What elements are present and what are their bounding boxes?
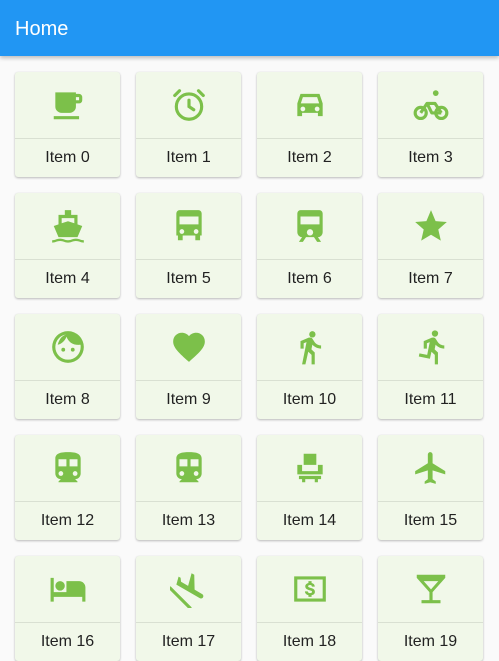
card-divider xyxy=(136,259,241,260)
heart-icon xyxy=(170,328,208,366)
grid-item-label: Item 17 xyxy=(161,633,216,650)
grid-item-3[interactable]: Item 3 xyxy=(378,72,483,177)
grid-item-label: Item 2 xyxy=(287,149,332,166)
bicycle-icon xyxy=(412,86,450,124)
tram-icon xyxy=(170,449,208,487)
card-divider xyxy=(15,501,120,502)
flight-icon xyxy=(170,570,208,608)
grid-item-label: Item 12 xyxy=(40,512,95,529)
grid-item-0[interactable]: Item 0 xyxy=(15,72,120,177)
card-divider xyxy=(15,259,120,260)
grid-item-label: Item 15 xyxy=(403,512,458,529)
grid-item-label: Item 14 xyxy=(282,512,337,529)
card-divider xyxy=(257,622,362,623)
grid-item-12[interactable]: Item 12 xyxy=(15,435,120,540)
running-person-icon xyxy=(412,328,450,366)
airplane-icon xyxy=(412,449,450,487)
grid-item-10[interactable]: Item 10 xyxy=(257,314,362,419)
card-divider xyxy=(15,622,120,623)
card-divider xyxy=(257,380,362,381)
grid-item-label: Item 19 xyxy=(403,633,458,650)
coffee-cup-icon xyxy=(49,86,87,124)
grid-item-8[interactable]: Item 8 xyxy=(15,314,120,419)
app-bar: Home xyxy=(0,0,499,56)
cocktail-glass-icon xyxy=(412,570,450,608)
money-icon xyxy=(291,570,329,608)
grid-item-label: Item 1 xyxy=(166,149,211,166)
page-title: Home xyxy=(15,18,69,40)
grid-item-label: Item 13 xyxy=(161,512,216,529)
card-divider xyxy=(136,138,241,139)
card-divider xyxy=(136,622,241,623)
train-icon xyxy=(291,207,329,245)
grid-item-15[interactable]: Item 15 xyxy=(378,435,483,540)
card-divider xyxy=(15,380,120,381)
card-divider xyxy=(257,259,362,260)
grid-item-label: Item 5 xyxy=(166,270,211,287)
card-divider xyxy=(257,501,362,502)
grid-item-label: Item 4 xyxy=(45,270,90,287)
grid-item-label: Item 16 xyxy=(40,633,95,650)
bus-icon xyxy=(170,207,208,245)
alarm-clock-icon xyxy=(170,86,208,124)
grid-item-label: Item 18 xyxy=(282,633,337,650)
grid-item-label: Item 7 xyxy=(408,270,453,287)
grid-item-17[interactable]: Item 17 xyxy=(136,556,241,661)
grid-item-2[interactable]: Item 2 xyxy=(257,72,362,177)
boat-icon xyxy=(49,207,87,245)
card-divider xyxy=(378,622,483,623)
card-divider xyxy=(136,380,241,381)
star-icon xyxy=(412,207,450,245)
hotel-bed-icon xyxy=(49,570,87,608)
grid-item-1[interactable]: Item 1 xyxy=(136,72,241,177)
grid-item-19[interactable]: Item 19 xyxy=(378,556,483,661)
grid-item-5[interactable]: Item 5 xyxy=(136,193,241,298)
grid-item-13[interactable]: Item 13 xyxy=(136,435,241,540)
grid-item-label: Item 3 xyxy=(408,149,453,166)
grid-item-16[interactable]: Item 16 xyxy=(15,556,120,661)
grid-item-label: Item 11 xyxy=(404,391,457,408)
card-divider xyxy=(15,138,120,139)
card-divider xyxy=(378,380,483,381)
car-icon xyxy=(291,86,329,124)
card-divider xyxy=(378,138,483,139)
grid-item-label: Item 10 xyxy=(282,391,337,408)
seat-icon xyxy=(291,449,329,487)
grid-item-7[interactable]: Item 7 xyxy=(378,193,483,298)
grid-item-6[interactable]: Item 6 xyxy=(257,193,362,298)
card-divider xyxy=(136,501,241,502)
walking-person-icon xyxy=(291,328,329,366)
child-face-icon xyxy=(49,328,87,366)
subway-icon xyxy=(49,449,87,487)
card-divider xyxy=(257,138,362,139)
grid-item-9[interactable]: Item 9 xyxy=(136,314,241,419)
grid-item-label: Item 8 xyxy=(45,391,90,408)
grid-item-label: Item 0 xyxy=(45,149,90,166)
grid-item-14[interactable]: Item 14 xyxy=(257,435,362,540)
grid-item-label: Item 6 xyxy=(287,270,332,287)
grid-item-11[interactable]: Item 11 xyxy=(378,314,483,419)
card-divider xyxy=(378,259,483,260)
grid-item-label: Item 9 xyxy=(166,391,211,408)
grid-item-4[interactable]: Item 4 xyxy=(15,193,120,298)
item-grid: Item 0 Item 1 Item 2 Item 3 Item 4 Item … xyxy=(15,72,484,661)
card-divider xyxy=(378,501,483,502)
grid-item-18[interactable]: Item 18 xyxy=(257,556,362,661)
